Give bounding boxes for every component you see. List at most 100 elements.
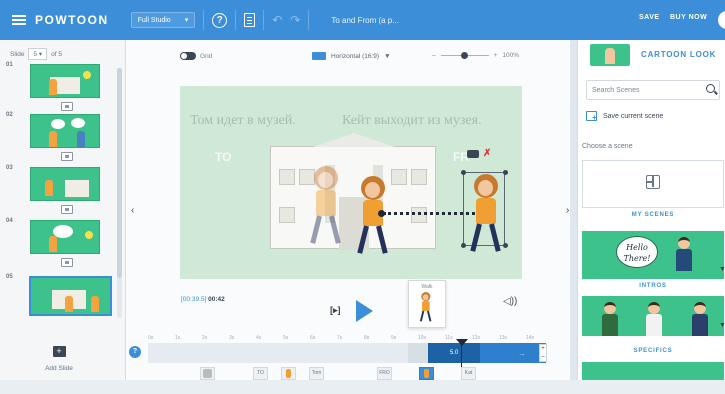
specifics-card[interactable] (582, 296, 724, 336)
save-button[interactable]: SAVE (639, 14, 660, 21)
camera-icon[interactable] (467, 150, 479, 158)
my-scenes-label[interactable]: MY SCENES (582, 212, 724, 218)
time-readout: [00:39.5] 00:42 (181, 296, 225, 303)
look-style-label[interactable]: CARTOON LOOK (641, 50, 716, 59)
zoom-knob[interactable] (460, 52, 468, 59)
document-icon[interactable] (244, 13, 256, 27)
resize-handle[interactable] (461, 170, 466, 175)
slide-selector[interactable]: Slide 5 ▾ of 5 (10, 48, 62, 60)
object-tom-text[interactable]: Tom (309, 367, 324, 380)
orientation-selector[interactable]: Horizontal (16:9) ▼ (312, 52, 391, 60)
slide-thumbnail[interactable] (30, 167, 100, 201)
lamp-thumb (85, 231, 93, 239)
path-start-handle[interactable] (378, 210, 385, 217)
slides-panel: Slide 5 ▾ of 5 01 02 03 04 05 + Add Slid… (0, 40, 126, 380)
time-total: 00:42 (208, 296, 225, 303)
undo-icon[interactable]: ↶ (272, 13, 282, 27)
slide-thumbnail[interactable] (30, 64, 100, 98)
chevron-down-icon[interactable]: ▼ (719, 322, 725, 329)
slide-thumbnail[interactable] (30, 220, 100, 254)
layout-icon (646, 175, 660, 189)
slide-thumbnail-active[interactable] (29, 276, 112, 316)
presenter-figure (674, 237, 694, 277)
object-character[interactable] (281, 367, 296, 380)
transition-icon[interactable] (61, 258, 73, 267)
divider (308, 10, 310, 30)
presentation-title-input[interactable]: To and From (a p... (327, 11, 477, 29)
camera-off-icon[interactable]: ✗ (483, 148, 491, 159)
menu-icon[interactable] (12, 15, 26, 25)
buy-now-button[interactable]: BUY NOW (670, 14, 707, 21)
zoom-control[interactable]: – + 100% (432, 52, 519, 59)
toggle-switch[interactable] (180, 52, 196, 60)
grid-toggle[interactable]: Grid (180, 52, 212, 60)
slide-total: of 5 (51, 50, 63, 58)
save-current-scene-label: Save current scene (603, 112, 664, 120)
zoom-out-button[interactable]: – (432, 52, 436, 59)
divider (235, 10, 237, 30)
text-left[interactable]: Том идет в музей. (190, 113, 296, 129)
search-icon[interactable] (706, 84, 715, 93)
animation-popup[interactable]: Walk (408, 280, 446, 328)
character-end[interactable] (468, 174, 504, 256)
specifics-label[interactable]: SPECIFICS (582, 348, 724, 354)
zoom-in-button[interactable]: + (494, 52, 498, 59)
slide-canvas[interactable]: Том идет в музей. Кейт выходит из музея.… (180, 86, 522, 279)
popup-label: Walk (421, 284, 433, 290)
brand-logo: POWTOON (35, 13, 109, 27)
time-current: [00:39.5] (181, 296, 207, 303)
slide-thumbnail[interactable] (30, 114, 100, 148)
object-character-selected[interactable] (419, 367, 434, 380)
slide-label: Slide (10, 50, 25, 58)
search-scenes-input[interactable]: Search Scenes (586, 80, 720, 100)
volume-icon[interactable]: ◁)) (503, 296, 517, 307)
text-right[interactable]: Кейт выходит из музея. (342, 113, 482, 129)
studio-label: Full Studio (137, 16, 171, 24)
resize-handle[interactable] (461, 243, 466, 248)
object-kat-text[interactable]: Kat (461, 367, 476, 380)
object-museum[interactable] (200, 367, 215, 380)
museum-building[interactable] (270, 133, 436, 250)
play-icon[interactable] (356, 300, 373, 322)
intros-card[interactable]: Hello There! (582, 231, 724, 279)
museum-window (279, 207, 295, 223)
character-thumb (49, 79, 57, 95)
museum-window (391, 169, 407, 185)
collapse-left-icon[interactable]: ‹ (131, 205, 134, 216)
redo-icon[interactable]: ↷ (290, 13, 300, 27)
top-bar: POWTOON Full Studio ▾ ? ↶ ↷ To and From … (0, 0, 725, 40)
slide-number-select[interactable]: 5 ▾ (28, 48, 48, 60)
my-scenes-card[interactable] (582, 160, 724, 208)
intros-label[interactable]: INTROS (582, 283, 724, 289)
save-current-scene-button[interactable]: Save current scene (586, 111, 664, 122)
look-thumbnail[interactable] (590, 44, 630, 66)
slides-scrollbar[interactable] (117, 68, 122, 318)
slide-number: 02 (6, 112, 13, 118)
bubble-thumb (71, 118, 85, 128)
character-ghost (308, 166, 344, 248)
object-from-text[interactable]: FRO (377, 367, 392, 380)
character-thumb (91, 296, 99, 312)
slide-number: 03 (6, 165, 13, 171)
transition-icon[interactable] (61, 102, 73, 111)
hello-bubble: Hello There! (616, 236, 658, 268)
studio-selector[interactable]: Full Studio ▾ (130, 12, 196, 28)
transition-icon[interactable] (61, 152, 73, 161)
choose-scene-label: Choose a scene (582, 143, 633, 150)
chevron-down-icon[interactable]: ▼ (719, 266, 725, 273)
zoom-slider[interactable] (440, 52, 489, 59)
avatar[interactable] (718, 11, 725, 29)
help-icon[interactable]: ? (212, 12, 228, 28)
play-frame-button[interactable]: [▸] (330, 305, 341, 316)
collapse-right-icon[interactable]: › (566, 205, 569, 216)
person-figure (690, 302, 710, 336)
chevron-down-icon: ▾ (184, 17, 189, 24)
object-to-text[interactable]: TO (253, 367, 268, 380)
more-scenes-card[interactable] (582, 362, 724, 380)
to-text[interactable]: TO (215, 150, 231, 164)
museum-window (279, 169, 295, 185)
character-start[interactable] (355, 176, 391, 258)
chevron-down-icon: ▼ (384, 52, 391, 60)
transition-icon[interactable] (61, 205, 73, 214)
person-figure (600, 302, 620, 336)
